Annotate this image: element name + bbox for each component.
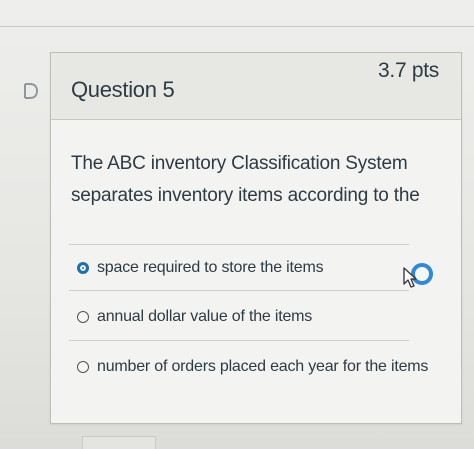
answer-option-3[interactable]: number of orders placed each year for th…	[77, 358, 428, 376]
answer-radio-2[interactable]	[77, 311, 89, 323]
answer-divider	[69, 290, 409, 291]
question-header: Question 5 3.7 pts	[51, 53, 461, 120]
question-text-line-1: The ABC inventory Classification System	[71, 153, 408, 174]
answer-label-3: number of orders placed each year for th…	[97, 358, 429, 375]
answer-radio-3[interactable]	[77, 361, 89, 373]
bottom-navigation-tab[interactable]	[82, 436, 156, 449]
question-flag-icon[interactable]	[22, 82, 40, 100]
answer-divider	[69, 244, 409, 245]
answer-option-2[interactable]: annual dollar value of the items	[77, 308, 312, 326]
question-title: Question 5	[71, 77, 175, 102]
question-points: 3.7 pts	[378, 59, 439, 82]
answer-divider	[69, 340, 409, 341]
page-divider	[0, 26, 474, 27]
answer-option-1[interactable]: space required to store the items	[77, 259, 324, 277]
mouse-pointer-icon	[403, 267, 417, 288]
question-text-line-2: separates inventory items according to t…	[71, 185, 420, 206]
answer-label-1: space required to store the items	[97, 259, 324, 276]
answer-radio-1[interactable]	[77, 262, 89, 274]
quiz-screen: Question 5 3.7 pts The ABC inventory Cla…	[0, 0, 474, 449]
answer-label-2: annual dollar value of the items	[97, 308, 313, 325]
question-card: Question 5 3.7 pts The ABC inventory Cla…	[50, 52, 462, 424]
question-text: The ABC inventory Classification System …	[71, 148, 431, 212]
